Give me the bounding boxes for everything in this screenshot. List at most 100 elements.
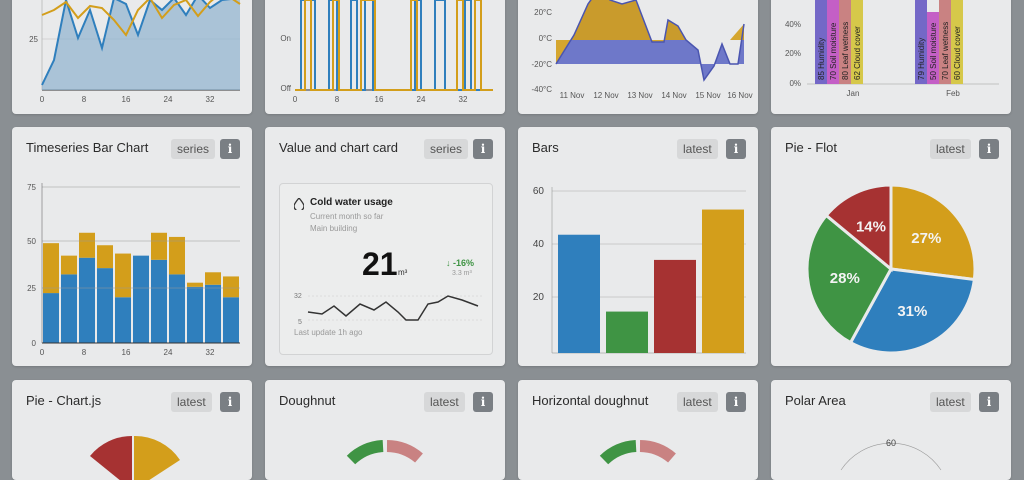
subtitle: Current month so far bbox=[310, 212, 384, 221]
inner-title: Cold water usage bbox=[310, 197, 393, 208]
svg-text:32: 32 bbox=[294, 293, 302, 300]
bar-series-2 bbox=[97, 245, 113, 269]
bar bbox=[654, 259, 696, 353]
card-timeseries-bar: Timeseries Bar Chart series i 75 50 25 0… bbox=[12, 127, 252, 366]
line-chart: 25 0 8 16 24 32 bbox=[29, 0, 241, 104]
bar-series-2 bbox=[79, 232, 95, 258]
bar-series-1 bbox=[115, 297, 131, 343]
delta-sub: 3.3 m³ bbox=[452, 270, 472, 277]
svg-text:0: 0 bbox=[40, 95, 45, 104]
pie-label: 31% bbox=[897, 303, 927, 320]
card-doughnut: Doughnut latest i bbox=[265, 380, 505, 480]
polar-partial: 60 bbox=[840, 438, 942, 471]
svg-text:32: 32 bbox=[206, 95, 215, 104]
bar-series-1 bbox=[61, 274, 77, 343]
svg-text:On: On bbox=[280, 34, 291, 43]
svg-text:5: 5 bbox=[298, 319, 302, 326]
svg-text:50 Soil moisture: 50 Soil moisture bbox=[929, 22, 938, 80]
svg-text:0%: 0% bbox=[789, 79, 801, 88]
x-tick: 24 bbox=[164, 348, 173, 357]
svg-text:80 Leaf wetness: 80 Leaf wetness bbox=[841, 22, 850, 80]
bar-series-1 bbox=[43, 293, 59, 343]
svg-text:60 Cloud cover: 60 Cloud cover bbox=[953, 26, 962, 80]
svg-text:14 Nov: 14 Nov bbox=[661, 91, 686, 100]
svg-text:11 Nov: 11 Nov bbox=[560, 91, 585, 100]
bar-series-2 bbox=[187, 282, 203, 287]
bar-series-1 bbox=[133, 255, 149, 343]
card-value-chart: Value and chart card series i Cold water… bbox=[265, 127, 505, 366]
card-pie-flot: Pie - Flot latest i 27% 31% 28% 14% bbox=[771, 127, 1011, 366]
card-bars: Bars latest i 60 40 20 bbox=[518, 127, 758, 366]
svg-text:62 Cloud cover: 62 Cloud cover bbox=[853, 26, 862, 80]
card-horizontal-doughnut: Horizontal doughnut latest i bbox=[518, 380, 758, 480]
timeseries-bar-chart: 75 50 25 0 0 8 16 24 32 bbox=[27, 183, 240, 357]
value: 21 bbox=[362, 246, 398, 282]
bar-series-1 bbox=[97, 268, 113, 343]
svg-text:79 Humidity: 79 Humidity bbox=[917, 38, 926, 80]
card-timeseries-line: 25 0 8 16 24 32 bbox=[12, 0, 252, 114]
x-tick: 32 bbox=[206, 348, 215, 357]
svg-text:24: 24 bbox=[164, 95, 173, 104]
delta: ↓ -16% bbox=[446, 258, 475, 268]
svg-text:16: 16 bbox=[375, 95, 384, 104]
h-doughnut-partial bbox=[599, 440, 676, 465]
svg-text:70 Soil moisture: 70 Soil moisture bbox=[829, 22, 838, 80]
svg-text:13 Nov: 13 Nov bbox=[627, 91, 652, 100]
svg-text:70 Leaf wetness: 70 Leaf wetness bbox=[941, 22, 950, 80]
slices: 27% 31% 28% 14% bbox=[805, 183, 977, 355]
pie-label: 14% bbox=[856, 218, 886, 235]
bar-series-1 bbox=[223, 297, 239, 343]
card-temperature-area: 20°C 0°C -20°C -40°C 11 Nov 12 Nov 13 No… bbox=[518, 0, 758, 114]
card-state-chart: On Off 0 8 16 24 32 bbox=[265, 0, 505, 114]
svg-text:0: 0 bbox=[293, 95, 298, 104]
pie-label: 27% bbox=[911, 230, 941, 247]
bar-series-1 bbox=[79, 257, 95, 343]
polar-tick: 60 bbox=[886, 438, 896, 448]
y-tick: 25 bbox=[29, 35, 38, 44]
card-title: Value and chart card bbox=[279, 140, 398, 155]
info-icon[interactable]: i bbox=[473, 139, 493, 159]
pie-chart-partial bbox=[90, 435, 180, 480]
state-chart: On Off 0 8 16 24 32 bbox=[280, 0, 493, 104]
y-tick: 0 bbox=[32, 339, 37, 348]
bars bbox=[558, 209, 744, 353]
svg-text:Off: Off bbox=[280, 84, 291, 93]
bar-series-2 bbox=[43, 243, 59, 294]
bar-series-1 bbox=[151, 259, 167, 343]
x-tick: 0 bbox=[40, 348, 45, 357]
svg-text:16 Nov: 16 Nov bbox=[727, 91, 752, 100]
card-polar-area: Polar Area latest i 60 bbox=[771, 380, 1011, 480]
pie-label: 28% bbox=[830, 270, 860, 287]
droplet-icon bbox=[294, 198, 304, 210]
svg-text:16: 16 bbox=[122, 95, 131, 104]
svg-text:Feb: Feb bbox=[946, 89, 960, 98]
bar-series-2 bbox=[151, 232, 167, 260]
svg-text:8: 8 bbox=[335, 95, 340, 104]
footer: Last update 1h ago bbox=[294, 328, 363, 337]
svg-text:-40°C: -40°C bbox=[531, 85, 552, 94]
bars-chart: 60 40 20 bbox=[533, 186, 746, 354]
x-tick: 8 bbox=[82, 348, 87, 357]
bar bbox=[558, 234, 600, 353]
area-chart: 20°C 0°C -20°C -40°C 11 Nov 12 Nov 13 No… bbox=[531, 0, 753, 100]
bar-series-1 bbox=[187, 286, 203, 343]
bar bbox=[606, 311, 648, 353]
pie-chart: 27% 31% 28% 14% bbox=[805, 183, 977, 355]
svg-text:12 Nov: 12 Nov bbox=[593, 91, 618, 100]
grouped-bar-chart: 40% 20% 0% 85 Humidity 70 Soil moisture … bbox=[785, 0, 999, 98]
bar-series-1 bbox=[169, 274, 185, 343]
series-badge: series bbox=[424, 139, 469, 159]
y-tick: 40 bbox=[533, 239, 545, 250]
y-tick: 25 bbox=[27, 284, 36, 293]
card-grouped-bars: 40% 20% 0% 85 Humidity 70 Soil moisture … bbox=[771, 0, 1011, 114]
svg-text:20%: 20% bbox=[785, 49, 801, 58]
doughnut-partial bbox=[346, 440, 423, 465]
bar-series-2 bbox=[205, 272, 221, 285]
svg-text:85 Humidity: 85 Humidity bbox=[817, 38, 826, 80]
subtitle: Main building bbox=[310, 224, 358, 233]
sparkline: 32 5 bbox=[294, 293, 482, 326]
y-tick: 20 bbox=[533, 292, 545, 303]
bar-series-2 bbox=[115, 253, 131, 298]
value-card-inner: Cold water usage Current month so far Ma… bbox=[279, 183, 493, 355]
svg-text:-20°C: -20°C bbox=[531, 60, 552, 69]
